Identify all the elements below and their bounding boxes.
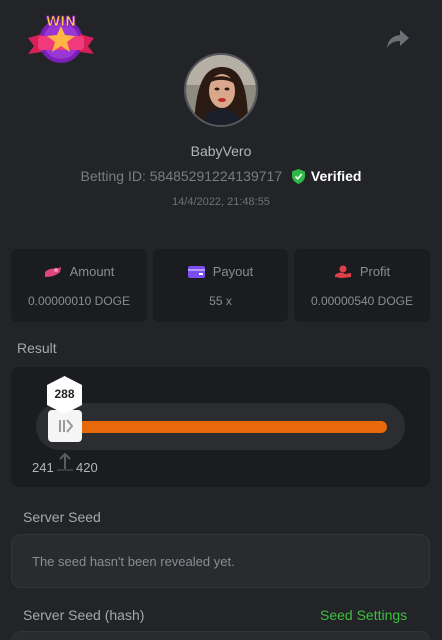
- result-slider-handle[interactable]: [48, 410, 82, 442]
- stat-label-amount: Amount: [69, 264, 115, 279]
- share-icon[interactable]: [386, 28, 410, 50]
- seed-settings-link[interactable]: Seed Settings: [320, 607, 407, 623]
- betting-id-label: Betting ID:: [80, 168, 146, 184]
- stat-card-amount: Amount 0.00000010 DOGE: [11, 249, 147, 322]
- range-high-label: 420: [76, 460, 98, 475]
- betting-id-value: 58485291224139717: [149, 168, 283, 184]
- server-seed-field: The seed hasn't been revealed yet.: [11, 534, 430, 588]
- result-title: Result: [17, 340, 57, 356]
- stat-value-profit: 0.00000540 DOGE: [310, 294, 414, 308]
- stat-card-payout: Payout 55 x: [153, 249, 288, 322]
- slider-handle-icon: [59, 419, 74, 433]
- stat-value-amount: 0.00000010 DOGE: [27, 294, 131, 308]
- amount-icon: [44, 267, 61, 277]
- bet-timestamp: 14/4/2022, 21:48:55: [172, 196, 270, 208]
- server-seed-hash-field: [11, 631, 430, 640]
- payout-icon: [187, 266, 205, 278]
- stat-card-profit: Profit 0.00000540 DOGE: [294, 249, 430, 322]
- server-seed-title: Server Seed: [23, 509, 101, 525]
- verified-label: Verified: [310, 168, 362, 184]
- result-value-bubble: 288: [45, 376, 84, 414]
- avatar: [184, 53, 258, 127]
- stat-label-profit: Profit: [359, 264, 391, 279]
- stat-label-payout: Payout: [212, 264, 254, 279]
- verified-shield-icon: [292, 169, 306, 184]
- betting-id-line: Betting ID: 58485291224139717 Verified: [0, 168, 442, 184]
- stat-value-payout: 55 x: [209, 294, 232, 308]
- result-value: 288: [54, 387, 75, 401]
- server-seed-hash-title: Server Seed (hash): [23, 607, 145, 623]
- range-arrow-icon: [57, 452, 73, 471]
- username: BabyVero: [190, 143, 252, 159]
- result-slider-fill: [74, 421, 387, 433]
- logo-text: WIN: [46, 15, 76, 30]
- win-logo: WIN: [24, 8, 98, 66]
- profit-icon: [334, 265, 351, 278]
- server-seed-value: The seed hasn't been revealed yet.: [32, 554, 235, 569]
- range-low-label: 241: [32, 460, 54, 475]
